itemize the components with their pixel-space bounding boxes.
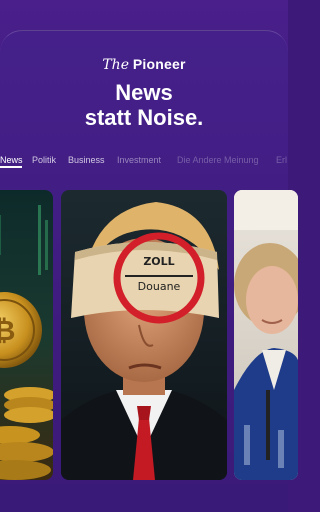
politician-image: [234, 190, 298, 480]
thumbnail-zoll[interactable]: ZOLL Douane: [61, 190, 227, 480]
thumbnail-politician[interactable]: [234, 190, 298, 480]
tab-politik[interactable]: Politik: [32, 155, 56, 165]
category-tabs: News Politik Business Investment Die And…: [0, 153, 288, 169]
page-headline: News statt Noise.: [0, 80, 288, 130]
brand-logo: The Pioneer: [0, 56, 288, 73]
tab-news[interactable]: News: [0, 155, 23, 165]
sign-douane-text: Douane: [138, 280, 181, 293]
headline-line-1: News: [115, 80, 173, 105]
tab-business[interactable]: Business: [68, 155, 105, 165]
tab-die-andere-meinung[interactable]: Die Andere Meinung: [177, 155, 259, 165]
thumbnail-bitcoin[interactable]: ₿: [0, 190, 53, 480]
headline-line-2: statt Noise.: [84, 105, 204, 130]
bitcoin-image: ₿: [0, 190, 53, 480]
zoll-image: ZOLL Douane: [61, 190, 227, 480]
tab-investment[interactable]: Investment: [117, 155, 161, 165]
svg-text:₿: ₿: [0, 314, 15, 347]
tab-erl[interactable]: Erl: [276, 155, 287, 165]
brand-the: The: [102, 57, 129, 73]
sign-zoll-text: ZOLL: [143, 255, 174, 268]
brand-name: Pioneer: [132, 56, 186, 72]
active-tab-indicator: [0, 166, 22, 168]
